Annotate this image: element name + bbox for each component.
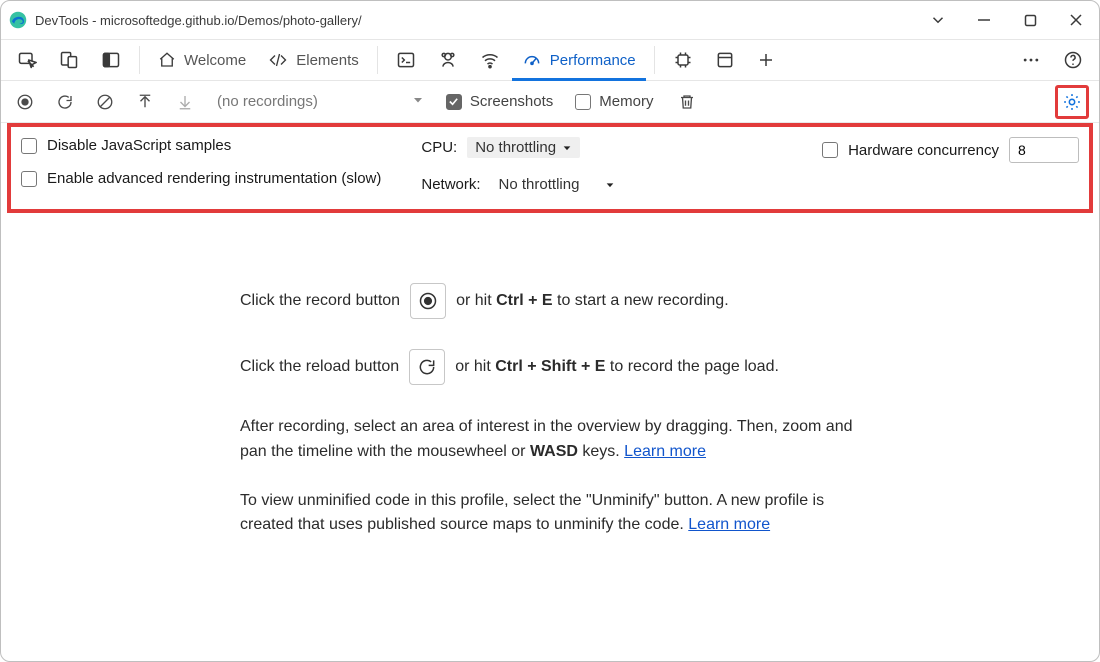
chevron-down-icon <box>605 180 615 190</box>
tab-application[interactable] <box>705 40 745 80</box>
settings-mid-column: CPU: No throttling Network: No throttlin… <box>421 137 623 195</box>
tab-dropdown-button[interactable] <box>915 1 961 39</box>
screenshots-checkbox[interactable]: Screenshots <box>446 93 553 110</box>
minimize-button[interactable] <box>961 1 1007 39</box>
main-toolbar: Welcome Elements Performance <box>1 39 1099 81</box>
recordings-dropdown-icon[interactable] <box>412 93 424 110</box>
settings-right-column: Hardware concurrency <box>822 137 1079 195</box>
checkbox-icon <box>575 94 591 110</box>
tab-console[interactable] <box>386 40 426 80</box>
download-profile-button[interactable] <box>171 88 199 116</box>
hw-concurrency-input[interactable] <box>1009 137 1079 163</box>
cpu-label: CPU: <box>421 139 457 156</box>
tab-performance[interactable]: Performance <box>512 40 646 80</box>
tab-network[interactable] <box>470 40 510 80</box>
more-tools-button[interactable] <box>1011 40 1051 80</box>
help-text: or hit Ctrl + E to start a new recording… <box>456 289 729 314</box>
disable-js-samples-checkbox[interactable]: Disable JavaScript samples <box>21 137 381 154</box>
checkbox-checked-icon <box>446 94 462 110</box>
tab-sources[interactable] <box>428 40 468 80</box>
record-button[interactable] <box>11 88 39 116</box>
advanced-rendering-checkbox[interactable]: Enable advanced rendering instrumentatio… <box>21 170 381 187</box>
learn-more-link[interactable]: Learn more <box>624 443 706 460</box>
memory-checkbox[interactable]: Memory <box>575 93 653 110</box>
window-title: DevTools - microsoftedge.github.io/Demos… <box>35 13 362 28</box>
checkbox-icon <box>21 138 37 154</box>
performance-empty-state: Click the record button or hit Ctrl + E … <box>1 213 1099 661</box>
edge-favicon <box>9 11 27 29</box>
screenshots-label: Screenshots <box>470 93 553 110</box>
tab-label: Welcome <box>184 52 246 69</box>
checkbox-icon <box>21 171 37 187</box>
upload-profile-button[interactable] <box>131 88 159 116</box>
close-button[interactable] <box>1053 1 1099 39</box>
tab-label: Elements <box>296 52 359 69</box>
help-paragraph: To view unminified code in this profile,… <box>240 489 860 539</box>
code-icon <box>268 51 288 69</box>
device-emulation-button[interactable] <box>49 40 89 80</box>
learn-more-link[interactable]: Learn more <box>688 516 770 533</box>
help-text: Click the record button <box>240 289 400 314</box>
advanced-rendering-label: Enable advanced rendering instrumentatio… <box>47 170 381 187</box>
gauge-icon <box>522 50 542 70</box>
hw-concurrency-label: Hardware concurrency <box>848 142 999 159</box>
network-label: Network: <box>421 176 480 193</box>
inspect-element-button[interactable] <box>7 40 47 80</box>
maximize-button[interactable] <box>1007 1 1053 39</box>
help-paragraph: After recording, select an area of inter… <box>240 415 860 465</box>
clear-button[interactable] <box>91 88 119 116</box>
help-button[interactable] <box>1053 40 1093 80</box>
delete-profile-button[interactable] <box>673 88 701 116</box>
help-text: Click the reload button <box>240 355 399 380</box>
recordings-placeholder: (no recordings) <box>217 93 318 110</box>
tab-elements[interactable]: Elements <box>258 40 369 80</box>
capture-settings-panel: Disable JavaScript samples Enable advanc… <box>7 123 1093 213</box>
cpu-value: No throttling <box>475 139 556 156</box>
dock-side-button[interactable] <box>91 40 131 80</box>
titlebar: DevTools - microsoftedge.github.io/Demos… <box>1 1 1099 39</box>
cpu-throttling-select[interactable]: No throttling <box>467 137 580 158</box>
record-icon <box>410 283 446 319</box>
reload-record-button[interactable] <box>51 88 79 116</box>
performance-toolbar: (no recordings) Screenshots Memory <box>1 81 1099 123</box>
tab-welcome[interactable]: Welcome <box>148 40 256 80</box>
capture-settings-button[interactable] <box>1055 85 1089 119</box>
chevron-down-icon <box>562 143 572 153</box>
network-throttling-select[interactable]: No throttling <box>491 174 624 195</box>
tab-label: Performance <box>550 52 636 69</box>
disable-js-label: Disable JavaScript samples <box>47 137 231 154</box>
memory-label: Memory <box>599 93 653 110</box>
devtools-window: DevTools - microsoftedge.github.io/Demos… <box>0 0 1100 662</box>
reload-icon <box>409 349 445 385</box>
network-value: No throttling <box>499 176 580 193</box>
checkbox-icon <box>822 142 838 158</box>
tab-memory[interactable] <box>663 40 703 80</box>
add-tab-button[interactable] <box>747 40 785 80</box>
settings-left-column: Disable JavaScript samples Enable advanc… <box>21 137 381 195</box>
home-icon <box>158 51 176 69</box>
help-text: or hit Ctrl + Shift + E to record the pa… <box>455 355 779 380</box>
